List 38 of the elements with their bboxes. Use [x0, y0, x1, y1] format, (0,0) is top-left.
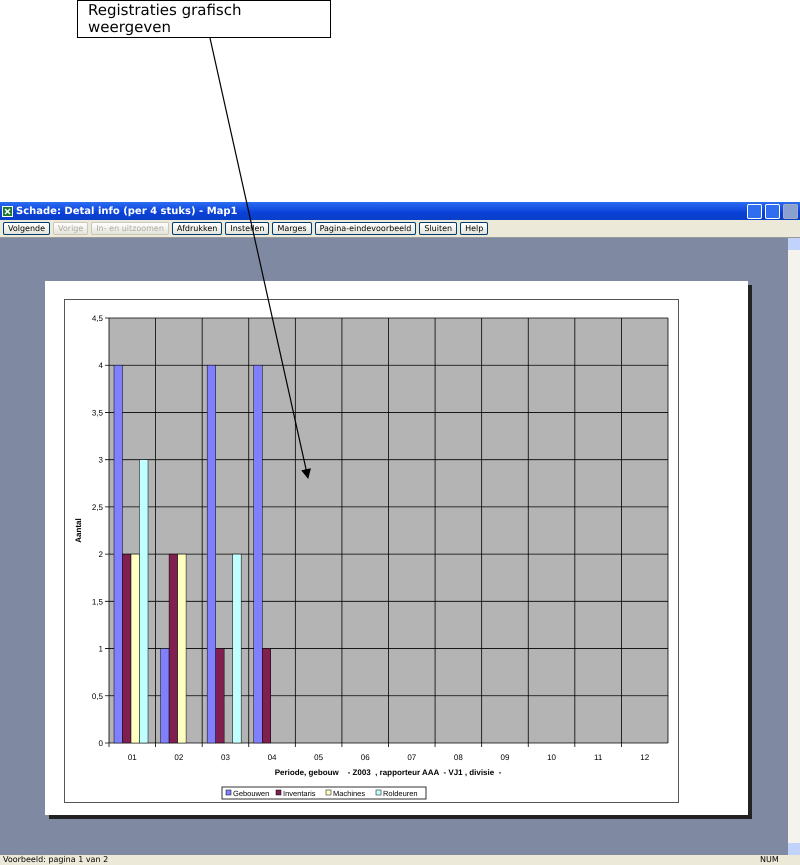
y-tick-label: 0,5: [92, 692, 103, 701]
close-button[interactable]: [783, 204, 798, 218]
toolbar-button[interactable]: Pagina-eindevoorbeeld: [314, 222, 416, 235]
toolbar-button[interactable]: Sluiten: [419, 222, 458, 235]
status-text: Voorbeeld: pagina 1 van 2: [2, 855, 110, 865]
window-title: Schade: Detal info (per 4 stuks) - Map1: [16, 206, 239, 216]
restore-button[interactable]: [765, 204, 780, 218]
x-tick-label: 07: [407, 753, 416, 762]
x-tick-label: 11: [594, 753, 602, 762]
spreadsheet-icon: [2, 206, 13, 216]
x-tick-label: 03: [221, 753, 230, 762]
callout-text: Registraties grafisch weergeven: [77, 0, 331, 38]
x-tick-label: 09: [500, 753, 510, 762]
toolbar-button[interactable]: Marges: [272, 222, 312, 235]
toolbar-button[interactable]: Afdrukken: [172, 222, 222, 235]
x-tick-label: 05: [314, 753, 324, 762]
y-tick-label: 1: [98, 644, 103, 654]
x-tick-label: 08: [454, 753, 463, 762]
y-tick-label: 3,5: [92, 408, 103, 418]
x-tick-label: 06: [360, 753, 370, 762]
x-tick-label: 04: [268, 753, 276, 762]
toolbar-button[interactable]: Volgende: [3, 222, 50, 235]
y-tick-label: 1,5: [92, 597, 103, 606]
y-tick-label: 4: [98, 361, 103, 370]
x-tick-label: 10: [547, 753, 556, 762]
x-tick-label: 01: [128, 753, 137, 762]
y-tick-label: 2,5: [92, 502, 103, 512]
num-lock-indicator: NUM: [760, 855, 780, 865]
y-tick-label: 4,5: [92, 314, 103, 323]
x-tick-label: 02: [174, 753, 184, 762]
y-axis-title: Aantal: [74, 518, 83, 543]
y-tick-label: 2: [98, 550, 103, 560]
x-axis-title: Periode, gebouw - Z003 , rapporteur AAA - VJ1 , divisie -: [274, 768, 502, 777]
y-tick-label: 0: [98, 739, 103, 748]
toolbar-button[interactable]: Help: [460, 222, 488, 235]
y-tick-label: 3: [98, 456, 103, 465]
x-tick-label: 12: [640, 753, 650, 762]
minimize-button[interactable]: [747, 204, 762, 218]
